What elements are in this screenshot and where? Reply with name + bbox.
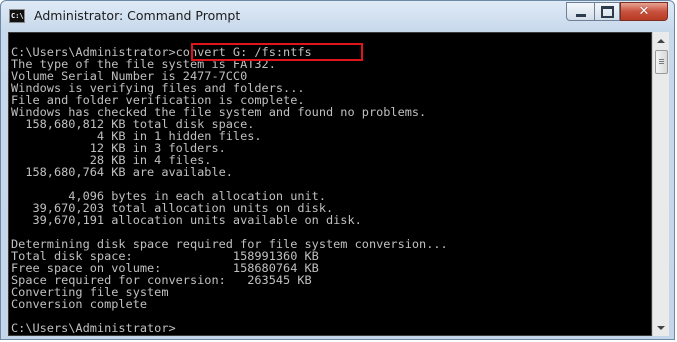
scroll-thumb[interactable]: [655, 50, 668, 74]
close-icon: ✕: [638, 4, 650, 19]
grip-line: [659, 63, 664, 64]
command-prompt-window: C:\ Administrator: Command Prompt ✕ C:\U…: [0, 0, 675, 340]
close-button[interactable]: ✕: [620, 2, 668, 21]
console-line: 39,670,191 allocation units available on…: [11, 213, 362, 227]
vertical-scrollbar[interactable]: [652, 32, 669, 336]
maximize-button[interactable]: [594, 2, 620, 21]
console-output[interactable]: C:\Users\Administrator>convert G: /fs:nt…: [8, 32, 652, 336]
grip-line: [659, 61, 664, 62]
console-line: Conversion complete: [11, 297, 148, 311]
scroll-up-button[interactable]: [653, 32, 669, 49]
arrow-down-icon: [657, 325, 665, 330]
maximize-icon: [600, 5, 614, 18]
console-line: 158,680,764 KB are available.: [11, 165, 233, 179]
console-text: C:\Users\Administrator>convert G: /fs:nt…: [11, 46, 448, 334]
scroll-down-button[interactable]: [653, 319, 669, 336]
minimize-button[interactable]: [566, 2, 594, 21]
arrow-up-icon: [657, 38, 665, 43]
console-line: C:\Users\Administrator>: [11, 321, 176, 335]
cmd-icon[interactable]: C:\: [9, 9, 25, 23]
minimize-icon: [575, 13, 586, 17]
command-highlight-box: [191, 43, 363, 61]
window-title: Administrator: Command Prompt: [34, 8, 241, 23]
grip-line: [659, 59, 664, 60]
title-bar[interactable]: C:\ Administrator: Command Prompt ✕: [1, 1, 674, 33]
